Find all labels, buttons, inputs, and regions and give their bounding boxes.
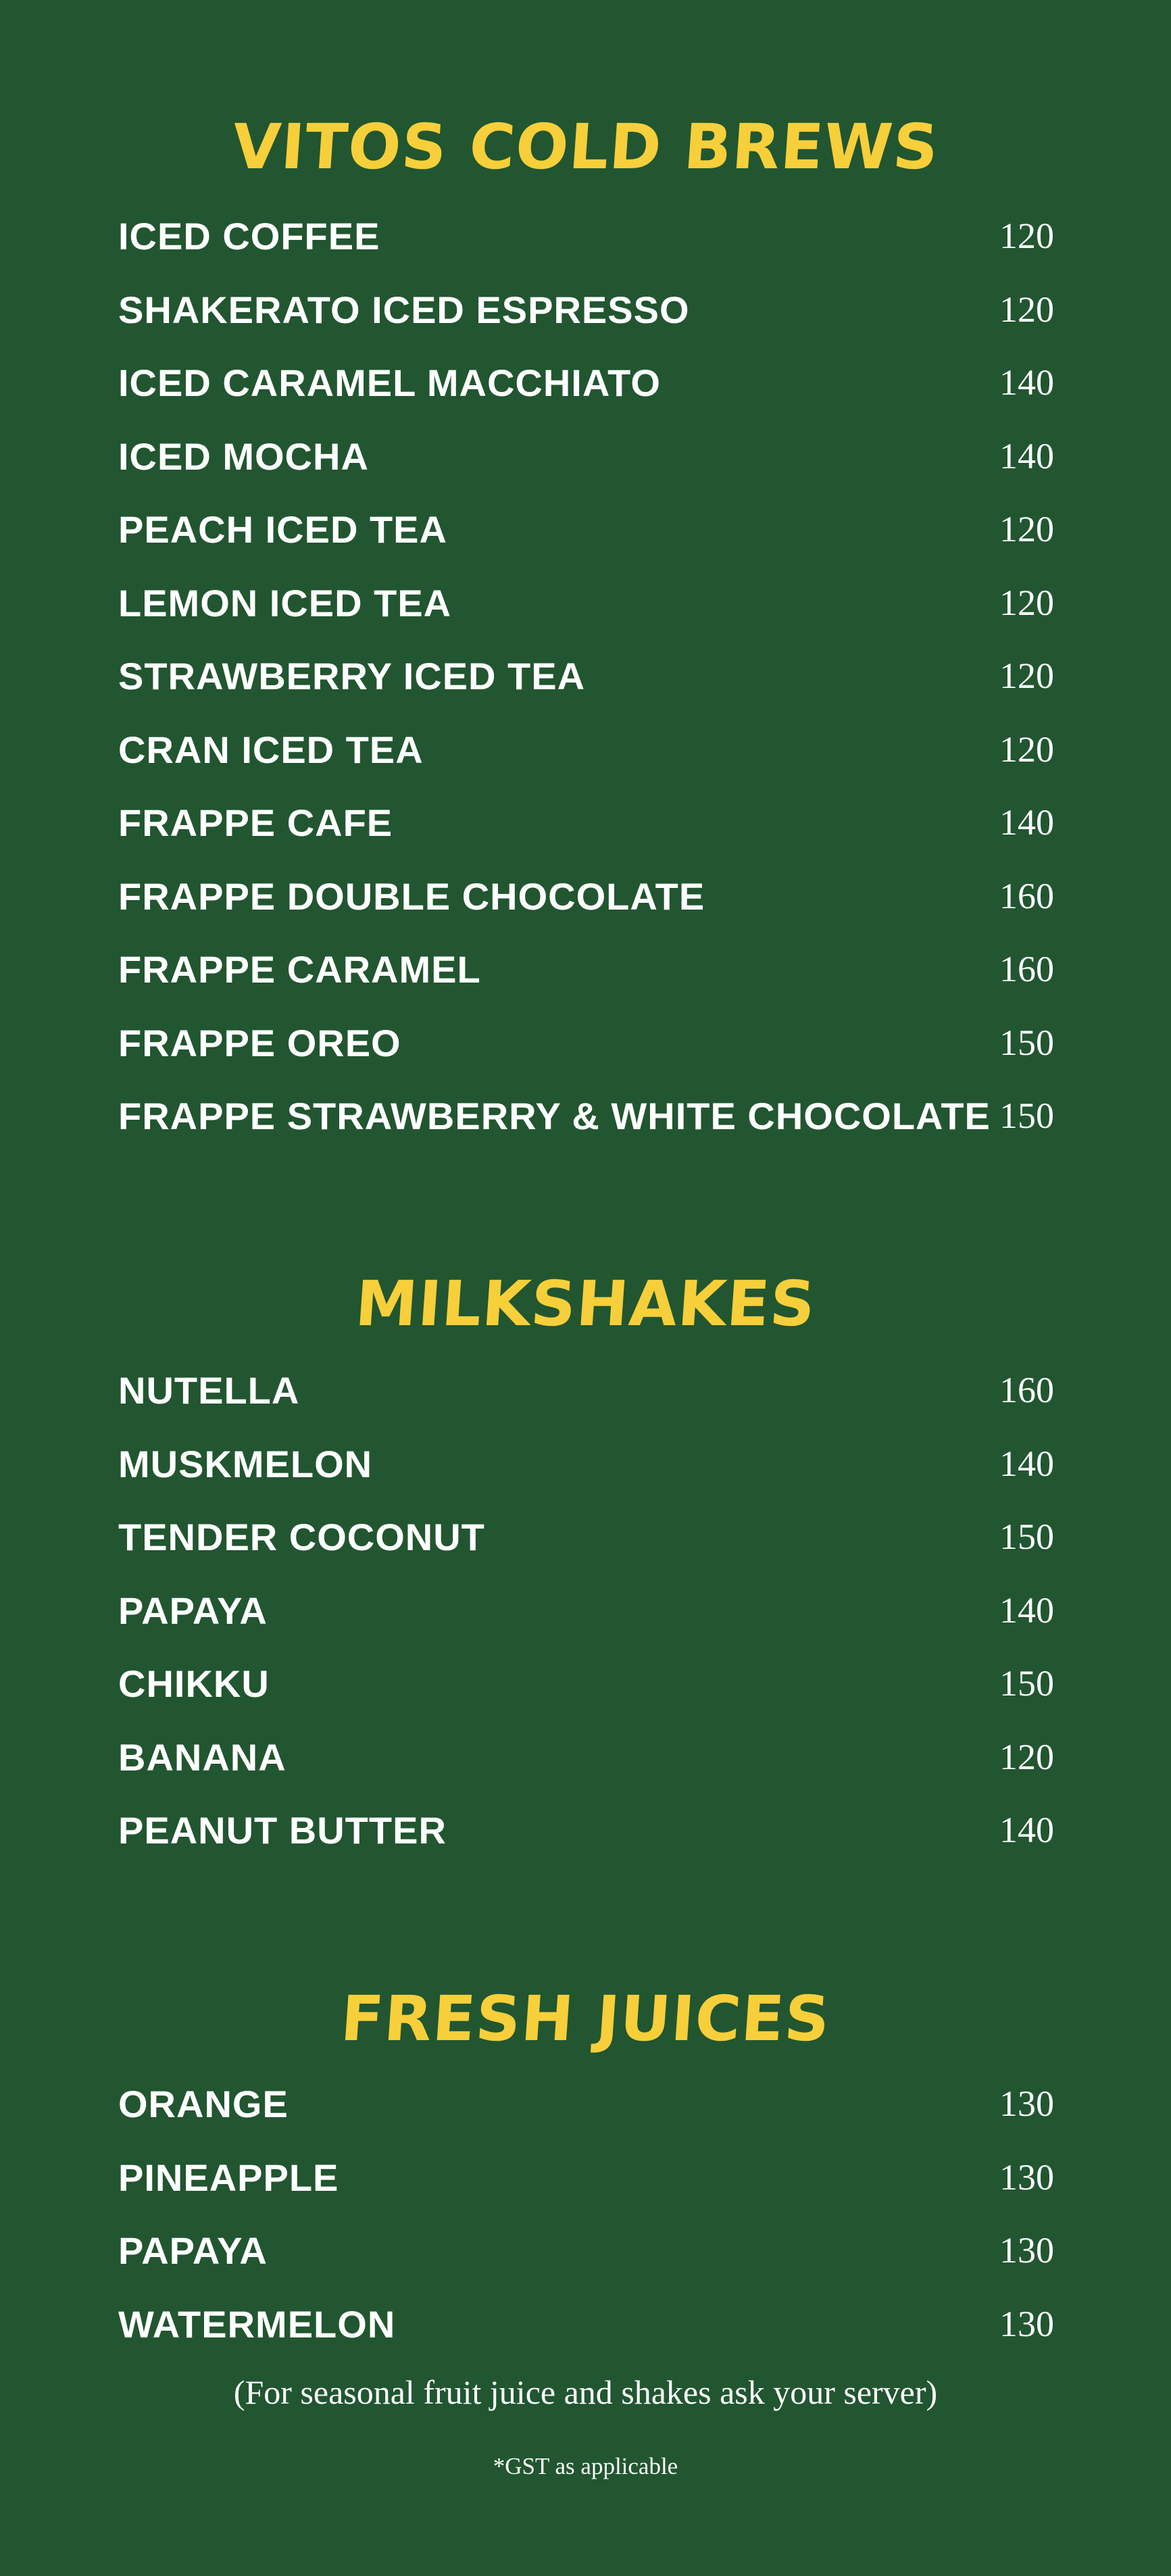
menu-item: ORANGE 130 xyxy=(118,2085,1054,2159)
item-name: PEANUT BUTTER xyxy=(118,1809,447,1852)
section-title-fresh-juices: FRESH JUICES xyxy=(338,1983,833,2055)
menu-item: FRAPPE OREO 150 xyxy=(118,1024,1054,1098)
item-price: 150 xyxy=(999,1516,1054,1557)
item-price: 160 xyxy=(999,875,1054,916)
item-price: 140 xyxy=(999,1589,1054,1631)
item-price: 150 xyxy=(999,1022,1054,1063)
menu-item: WATERMELON 130 xyxy=(118,2302,1054,2379)
item-name: BANANA xyxy=(118,1735,286,1779)
item-price: 160 xyxy=(999,949,1054,989)
menu-item: FRAPPE CARAMEL 160 xyxy=(118,951,1054,1024)
menu-item: SHAKERATO ICED ESPRESSO 120 xyxy=(118,291,1054,365)
item-name: TENDER COCONUT xyxy=(118,1516,485,1558)
menu-item: PINEAPPLE 130 xyxy=(118,2156,1054,2233)
item-name: PEACH ICED TEA xyxy=(118,508,447,551)
item-price: 140 xyxy=(999,1443,1054,1484)
item-name: MUSKMELON xyxy=(118,1442,373,1485)
item-name: ICED COFFEE xyxy=(118,215,380,257)
menu-item: STRAWBERRY ICED TEA 120 xyxy=(118,658,1054,731)
gst-note: *GST as applicable xyxy=(493,2453,678,2479)
item-price: 120 xyxy=(999,1736,1054,1777)
menu-item: NUTELLA 160 xyxy=(118,1372,1054,1445)
item-name: FRAPPE STRAWBERRY & WHITE CHOCOLATE xyxy=(118,1095,991,1137)
item-price: 120 xyxy=(999,509,1054,549)
item-price: 130 xyxy=(999,2303,1054,2344)
item-price: 130 xyxy=(999,2083,1054,2124)
menu-item: FRAPPE STRAWBERRY & WHITE CHOCOLATE 150 xyxy=(118,1097,1054,1171)
item-price: 140 xyxy=(999,362,1054,403)
item-name: LEMON ICED TEA xyxy=(118,581,452,624)
item-price: 150 xyxy=(999,1095,1054,1136)
item-name: ORANGE xyxy=(118,2083,289,2125)
menu-item: PEANUT BUTTER 140 xyxy=(118,1812,1054,1885)
item-price: 120 xyxy=(999,655,1054,696)
item-name: PAPAYA xyxy=(118,2229,268,2272)
seasonal-note: (For seasonal fruit juice and shakes ask… xyxy=(233,2373,938,2411)
item-price: 140 xyxy=(999,802,1054,843)
menu-item: TENDER COCONUT 150 xyxy=(118,1518,1054,1592)
menu-item: MUSKMELON 140 xyxy=(118,1445,1054,1519)
menu-item: FRAPPE CAFE 140 xyxy=(118,804,1054,878)
menu-item: FRAPPE DOUBLE CHOCOLATE 160 xyxy=(118,874,1054,951)
item-name: CRAN ICED TEA xyxy=(118,728,424,771)
item-name: ICED CARAMEL MACCHIATO xyxy=(118,362,661,404)
item-price: 120 xyxy=(999,728,1054,770)
item-name: ICED MOCHA xyxy=(118,435,369,478)
item-name: NUTELLA xyxy=(118,1369,300,1412)
menu-item: LEMON ICED TEA 120 xyxy=(118,581,1054,658)
item-name: FRAPPE DOUBLE CHOCOLATE xyxy=(118,874,705,918)
item-price: 120 xyxy=(999,216,1054,256)
menu-item: ICED CARAMEL MACCHIATO 140 xyxy=(118,364,1054,438)
item-price: 130 xyxy=(999,2156,1054,2198)
item-name: FRAPPE CARAMEL xyxy=(118,948,481,991)
menu-item: ICED MOCHA 140 xyxy=(118,435,1054,512)
menu-item: CRAN ICED TEA 120 xyxy=(118,728,1054,805)
menu-item: PAPAYA 140 xyxy=(118,1589,1054,1666)
menu-list-milkshakes: NUTELLA 160 MUSKMELON 140 TENDER COCONUT… xyxy=(118,1372,1054,1885)
item-name: CHIKKU xyxy=(118,1662,270,1705)
menu-item: PAPAYA 130 xyxy=(118,2232,1054,2306)
menu-list-cold-brews: ICED COFFEE 120 SHAKERATO ICED ESPRESSO … xyxy=(118,218,1054,1171)
item-name: SHAKERATO ICED ESPRESSO xyxy=(118,288,690,331)
item-price: 120 xyxy=(999,582,1054,623)
item-name: PINEAPPLE xyxy=(118,2156,339,2199)
menu-item: CHIKKU 150 xyxy=(118,1665,1054,1739)
item-name: WATERMELON xyxy=(118,2302,396,2346)
item-price: 140 xyxy=(999,1810,1054,1850)
item-name: PAPAYA xyxy=(118,1589,268,1632)
item-price: 120 xyxy=(999,289,1054,330)
section-title-cold-brews: VITOS COLD BREWS xyxy=(230,111,941,183)
menu-list-fresh-juices: ORANGE 130 PINEAPPLE 130 PAPAYA 130 WATE… xyxy=(118,2085,1054,2379)
menu-item: ICED COFFEE 120 xyxy=(118,218,1054,291)
item-name: STRAWBERRY ICED TEA xyxy=(118,655,586,697)
menu-item: BANANA 120 xyxy=(118,1735,1054,1812)
item-price: 150 xyxy=(999,1663,1054,1704)
item-name: FRAPPE OREO xyxy=(118,1021,401,1064)
item-price: 160 xyxy=(999,1370,1054,1410)
section-title-milkshakes: MILKSHAKES xyxy=(353,1268,818,1340)
item-name: FRAPPE CAFE xyxy=(118,801,393,844)
item-price: 130 xyxy=(999,2230,1054,2271)
item-price: 140 xyxy=(999,435,1054,476)
menu-item: PEACH ICED TEA 120 xyxy=(118,511,1054,585)
